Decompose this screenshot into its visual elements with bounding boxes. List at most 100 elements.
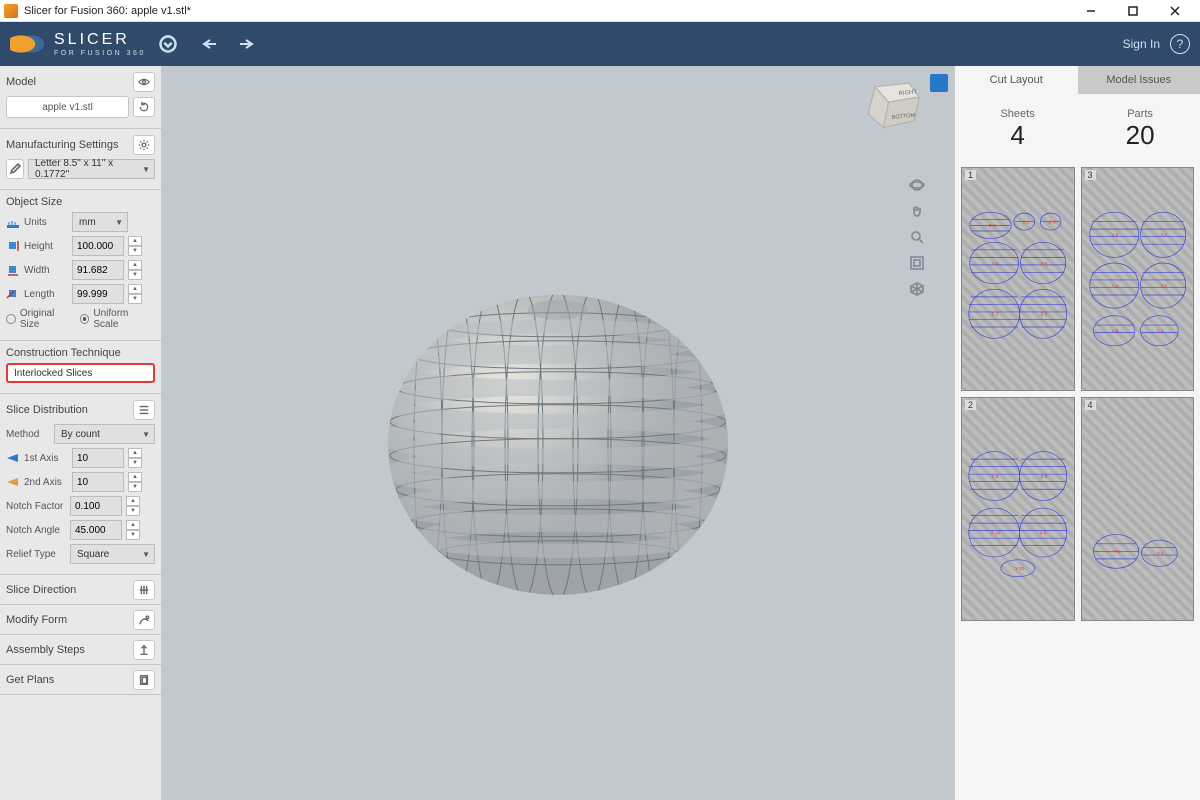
- svg-text:Z-4: Z-4: [991, 261, 998, 266]
- notch-angle-label: Notch Angle: [6, 525, 66, 536]
- right-panel: Cut Layout Model Issues Sheets 4 Parts 2…: [954, 66, 1200, 800]
- model-file-field[interactable]: apple v1.stl: [6, 96, 129, 118]
- svg-text:Z-9: Z-9: [1040, 474, 1047, 479]
- construction-title: Construction Technique: [6, 347, 121, 359]
- section-model: Model apple v1.stl: [0, 66, 161, 129]
- redo-button[interactable]: [234, 34, 254, 54]
- length-stepper[interactable]: ▲▼: [128, 284, 142, 304]
- share-export-icon[interactable]: [930, 74, 948, 92]
- manufacturing-settings-button[interactable]: [133, 135, 155, 155]
- sheets-value: 4: [1000, 120, 1034, 151]
- original-size-label: Original Size: [20, 308, 76, 330]
- construction-technique-dropdown[interactable]: Interlocked Slices: [6, 363, 155, 383]
- section-get-plans[interactable]: Get Plans: [0, 665, 161, 695]
- width-icon: [6, 263, 20, 277]
- axis1-stepper[interactable]: ▲▼: [128, 448, 142, 468]
- width-input[interactable]: 91.682: [72, 260, 124, 280]
- sheet-thumbnail[interactable]: 4 Y-1Y-2: [1081, 397, 1195, 621]
- slice-distribution-options-button[interactable]: [133, 400, 155, 420]
- length-input[interactable]: 99.999: [72, 284, 124, 304]
- notch-factor-input[interactable]: 0.100: [70, 496, 122, 516]
- axis2-stepper[interactable]: ▲▼: [128, 472, 142, 492]
- height-stepper[interactable]: ▲▼: [128, 236, 142, 256]
- parts-value: 20: [1126, 120, 1155, 151]
- view-cube[interactable]: RIGHT BOTTOM: [858, 78, 926, 138]
- slice-distribution-title: Slice Distribution: [6, 404, 88, 416]
- model-reload-button[interactable]: [133, 97, 155, 117]
- section-modify-form[interactable]: Modify Form: [0, 605, 161, 635]
- app-logo: SLICER FOR FUSION 360: [10, 29, 146, 59]
- svg-text:Z-10: Z-10: [990, 530, 1000, 535]
- original-size-radio[interactable]: [6, 314, 16, 324]
- menu-toggle-icon[interactable]: [158, 34, 178, 54]
- minimize-button[interactable]: [1070, 0, 1112, 22]
- width-stepper[interactable]: ▲▼: [128, 260, 142, 280]
- slice-direction-icon: [133, 580, 155, 600]
- height-icon: [6, 239, 20, 253]
- axis2-icon: [6, 475, 20, 489]
- zoom-tool-icon[interactable]: [908, 228, 926, 246]
- view-tools: [908, 176, 926, 298]
- material-edit-icon[interactable]: [6, 159, 24, 179]
- axis1-icon: [6, 451, 20, 465]
- get-plans-label: Get Plans: [6, 674, 54, 686]
- display-settings-icon[interactable]: [908, 280, 926, 298]
- uniform-scale-radio[interactable]: [80, 314, 90, 324]
- section-manufacturing: Manufacturing Settings Letter 8.5" x 11"…: [0, 129, 161, 190]
- height-label: Height: [24, 241, 68, 252]
- svg-text:Y-6: Y-6: [1111, 233, 1118, 238]
- sheet-thumbnail[interactable]: 2 Z-8Z-9 Z-10Y-5 Y-10: [961, 397, 1075, 621]
- sheet-thumbnail[interactable]: 1 Z-3Z-1Z-2 Z-4Z-5 Z-7Z-6: [961, 167, 1075, 391]
- relief-type-dropdown[interactable]: Square▼: [70, 544, 155, 564]
- length-icon: [6, 287, 20, 301]
- axis2-input[interactable]: 10: [72, 472, 124, 492]
- svg-text:Z-5: Z-5: [1040, 261, 1047, 266]
- svg-text:Y-5: Y-5: [1039, 530, 1046, 535]
- svg-text:Y-5: Y-5: [1160, 283, 1167, 288]
- section-assembly-steps[interactable]: Assembly Steps: [0, 635, 161, 665]
- undo-button[interactable]: [202, 34, 222, 54]
- app-icon: [4, 4, 18, 18]
- section-slice-direction[interactable]: Slice Direction: [0, 575, 161, 605]
- fit-tool-icon[interactable]: [908, 254, 926, 272]
- app-header: SLICER FOR FUSION 360 Sign In ?: [0, 22, 1200, 66]
- assembly-steps-icon: [133, 640, 155, 660]
- svg-text:Z-8: Z-8: [991, 474, 998, 479]
- height-input[interactable]: 100.000: [72, 236, 124, 256]
- svg-text:Y-10: Y-10: [1015, 566, 1025, 571]
- tab-model-issues[interactable]: Model Issues: [1078, 66, 1200, 94]
- axis2-label: 2nd Axis: [24, 477, 68, 488]
- width-label: Width: [24, 265, 68, 276]
- manufacturing-section-title: Manufacturing Settings: [6, 139, 119, 151]
- svg-text:Y-1: Y-1: [1113, 549, 1120, 554]
- units-label: Units: [24, 217, 68, 228]
- viewport-3d[interactable]: RIGHT BOTTOM: [162, 66, 954, 800]
- sign-in-link[interactable]: Sign In: [1123, 37, 1160, 51]
- notch-angle-input[interactable]: 45.000: [70, 520, 122, 540]
- units-dropdown[interactable]: mm▼: [72, 212, 128, 232]
- pan-tool-icon[interactable]: [908, 202, 926, 220]
- svg-text:Z-3: Z-3: [989, 223, 996, 228]
- material-preset-dropdown[interactable]: Letter 8.5" x 11" x 0.1772"▼: [28, 159, 155, 179]
- slice-direction-label: Slice Direction: [6, 584, 76, 596]
- method-dropdown[interactable]: By count▼: [54, 424, 155, 444]
- notch-angle-stepper[interactable]: ▲▼: [126, 520, 140, 540]
- sheet-thumbnail[interactable]: 3 Y-6Y-7 Y-4Y-5 Y-8Y-3: [1081, 167, 1195, 391]
- help-button[interactable]: ?: [1170, 34, 1190, 54]
- maximize-button[interactable]: [1112, 0, 1154, 22]
- close-button[interactable]: [1154, 0, 1196, 22]
- relief-type-label: Relief Type: [6, 549, 66, 560]
- length-label: Length: [24, 289, 68, 300]
- titlebar: Slicer for Fusion 360: apple v1.stl*: [0, 0, 1200, 22]
- tab-cut-layout[interactable]: Cut Layout: [955, 66, 1078, 94]
- notch-factor-stepper[interactable]: ▲▼: [126, 496, 140, 516]
- axis1-input[interactable]: 10: [72, 448, 124, 468]
- svg-text:Y-2: Y-2: [1156, 551, 1163, 556]
- svg-text:Z-7: Z-7: [991, 312, 998, 317]
- parts-label: Parts: [1126, 108, 1155, 120]
- modify-form-icon: [133, 610, 155, 630]
- svg-text:Y-4: Y-4: [1111, 283, 1118, 288]
- orbit-tool-icon[interactable]: [908, 176, 926, 194]
- model-visibility-button[interactable]: [133, 72, 155, 92]
- method-label: Method: [6, 429, 50, 440]
